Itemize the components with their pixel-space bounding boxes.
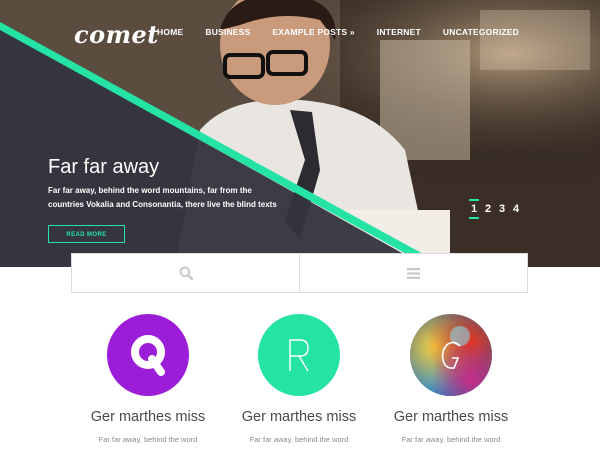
feature-circle-g [410,314,492,396]
slider-page-1[interactable]: 1 [469,199,479,219]
feature-text: Far far away, behind the word [401,435,501,444]
feature-text: Far far away, behind the word [249,435,349,444]
nav-item-example-posts[interactable]: EXAMPLE POSTS » [272,27,354,37]
read-more-button[interactable]: READ MORE [48,225,125,243]
nav-item-uncategorized[interactable]: UNCATEGORIZED [443,27,519,37]
search-toggle[interactable] [72,254,299,292]
feature-circle-r [258,314,340,396]
nav-item-business[interactable]: BUSINESS [205,27,250,37]
feature-title: Ger marthes miss [90,409,206,425]
search-icon [179,266,193,280]
feature-circle-q [107,314,189,396]
feature-title: Ger marthes miss [241,409,357,425]
hero-slider: comet HOME BUSINESS EXAMPLE POSTS » INTE… [0,0,600,267]
hero-title: Far far away [48,156,160,178]
nav-item-internet[interactable]: INTERNET [377,27,421,37]
slider-page-2[interactable]: 2 [484,203,492,215]
feature-title: Ger marthes miss [393,409,509,425]
feature-q: Ger marthes miss Far far away, behind th… [73,314,223,446]
search-menu-bar [71,253,528,293]
q-letter-icon [131,335,165,376]
slider-page-4[interactable]: 4 [512,203,520,215]
nav-item-home[interactable]: HOME [157,27,183,37]
feature-g: Ger marthes miss Far far away, behind th… [376,314,526,446]
slider-pager: 1 2 3 4 [469,199,520,219]
menu-toggle[interactable] [299,254,527,292]
r-letter-icon [289,339,309,372]
slider-page-3[interactable]: 3 [498,203,506,215]
feature-text: Far far away, behind the word [98,435,198,444]
color-splash-image [410,314,492,396]
feature-r: Ger marthes miss Far far away, behind th… [224,314,374,446]
main-nav: HOME BUSINESS EXAMPLE POSTS » INTERNET U… [135,27,519,37]
menu-icon [407,267,420,279]
hero-text: Far far away, behind the word mountains,… [48,186,277,209]
